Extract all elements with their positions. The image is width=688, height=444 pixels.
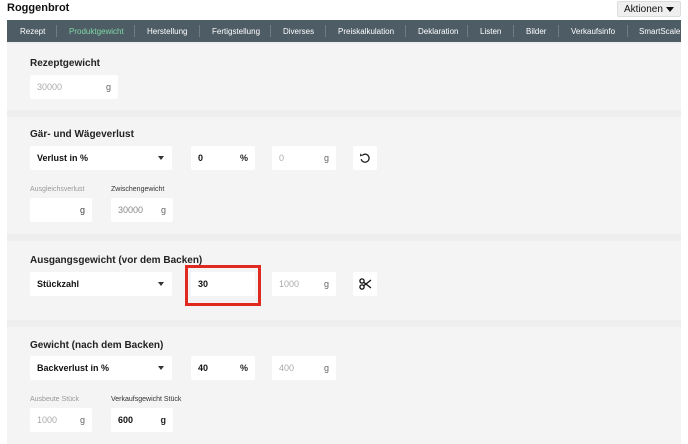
product-title: Roggenbrot <box>7 2 70 14</box>
recipe-weight-input[interactable]: 30000 g <box>30 75 118 99</box>
loss-mode-select[interactable]: Verlust in % <box>30 146 172 170</box>
tab-rezept[interactable]: Rezept <box>20 27 45 36</box>
piece-weight-input[interactable]: 1000 g <box>272 272 336 296</box>
chevron-down-icon <box>158 156 164 160</box>
reset-loss-button[interactable] <box>353 146 377 170</box>
yield-input[interactable]: 1000 g <box>30 408 92 432</box>
actions-dropdown-button[interactable]: Aktionen <box>617 1 681 17</box>
output-weight-card: Ausgangsgewicht (vor dem Backen) Stückza… <box>7 241 681 320</box>
compensation-loss-input[interactable]: g <box>30 198 92 222</box>
tab-divider <box>270 25 271 37</box>
unit-label: g <box>79 415 85 425</box>
unit-label: g <box>323 279 329 289</box>
tab-herstellung[interactable]: Herstellung <box>147 27 187 36</box>
intermediate-weight-label: Zwischengewicht <box>111 186 165 193</box>
tab-produktgewicht[interactable]: Produktgewicht <box>69 27 124 36</box>
top-bar: Roggenbrot Aktionen <box>0 0 688 19</box>
unit-label: g <box>105 82 111 92</box>
unit-label: g <box>79 205 85 215</box>
section-title: Gewicht (nach dem Backen) <box>30 340 164 351</box>
chevron-down-icon <box>666 7 674 12</box>
tab-verkaufsinfo[interactable]: Verkaufsinfo <box>571 27 615 36</box>
sale-weight-label: Verkaufsgewicht Stück <box>111 396 182 403</box>
undo-icon <box>359 153 370 163</box>
baking-loss-mode-value: Backverlust in % <box>37 363 110 373</box>
tab-divider <box>56 25 57 37</box>
tab-divider <box>134 25 135 37</box>
tab-smartscale[interactable]: SmartScale <box>639 27 680 36</box>
tab-listen[interactable]: Listen <box>480 27 501 36</box>
compensation-loss-label: Ausgleichsverlust <box>30 186 85 193</box>
loss-gram-value: 0 <box>279 153 285 163</box>
chevron-down-icon <box>158 282 164 286</box>
loss-percent-value: 0 <box>198 153 204 163</box>
baking-loss-percent-value: 40 <box>198 363 209 373</box>
actions-label: Aktionen <box>624 3 663 15</box>
section-title: Ausgangsgewicht (vor dem Backen) <box>30 255 203 266</box>
intermediate-weight-input: 30000 g <box>111 198 173 222</box>
highlight-box <box>185 265 261 306</box>
unit-label: g <box>160 205 166 215</box>
tab-deklaration[interactable]: Deklaration <box>418 27 458 36</box>
loss-percent-input[interactable]: 0 % <box>191 146 255 170</box>
intermediate-weight-value: 30000 <box>118 205 144 215</box>
recipe-weight-card: Rezeptgewicht 30000 g <box>7 44 681 110</box>
main-content: Rezeptgewicht 30000 g Gär- und Wägeverlu… <box>7 42 681 444</box>
piece-weight-value: 1000 <box>279 279 300 289</box>
tab-divider <box>199 25 200 37</box>
unit-label: g <box>160 415 167 425</box>
tab-diverses[interactable]: Diverses <box>283 27 314 36</box>
baking-loss-gram-value: 400 <box>279 363 295 373</box>
unit-label: g <box>323 153 329 163</box>
tab-divider <box>513 25 514 37</box>
loss-mode-value: Verlust in % <box>37 153 89 163</box>
chevron-down-icon <box>158 366 164 370</box>
unit-label: % <box>239 363 248 373</box>
tab-bar: Rezept Produktgewicht Herstellung Fertig… <box>7 20 681 42</box>
unit-label: g <box>323 363 329 373</box>
tab-divider <box>325 25 326 37</box>
weight-after-baking-card: Gewicht (nach dem Backen) Backverlust in… <box>7 327 681 444</box>
tab-divider <box>627 25 628 37</box>
loss-gram-input[interactable]: 0 g <box>272 146 336 170</box>
baking-loss-percent-input[interactable]: 40 % <box>191 356 255 380</box>
tab-divider <box>467 25 468 37</box>
section-title: Rezeptgewicht <box>30 58 101 69</box>
tab-divider <box>405 25 406 37</box>
loss-card: Gär- und Wägeverlust Verlust in % 0 % 0 … <box>7 117 681 234</box>
sale-weight-input[interactable]: 600 g <box>111 408 173 432</box>
yield-label: Ausbeute Stück <box>30 396 80 403</box>
split-button[interactable] <box>353 272 377 296</box>
tab-bilder[interactable]: Bilder <box>526 27 546 36</box>
recipe-weight-value: 30000 <box>37 82 63 92</box>
sale-weight-value: 600 <box>118 415 134 425</box>
output-mode-select[interactable]: Stückzahl <box>30 272 172 296</box>
yield-value: 1000 <box>37 415 58 425</box>
tab-fertigstellung[interactable]: Fertigstellung <box>212 27 260 36</box>
baking-loss-mode-select[interactable]: Backverlust in % <box>30 356 172 380</box>
unit-label: % <box>239 153 248 163</box>
scissors-icon <box>358 278 371 290</box>
section-title: Gär- und Wägeverlust <box>30 129 134 140</box>
output-mode-value: Stückzahl <box>37 279 80 289</box>
baking-loss-gram-input[interactable]: 400 g <box>272 356 336 380</box>
tab-preiskalkulation[interactable]: Preiskalkulation <box>338 27 394 36</box>
tab-divider <box>558 25 559 37</box>
